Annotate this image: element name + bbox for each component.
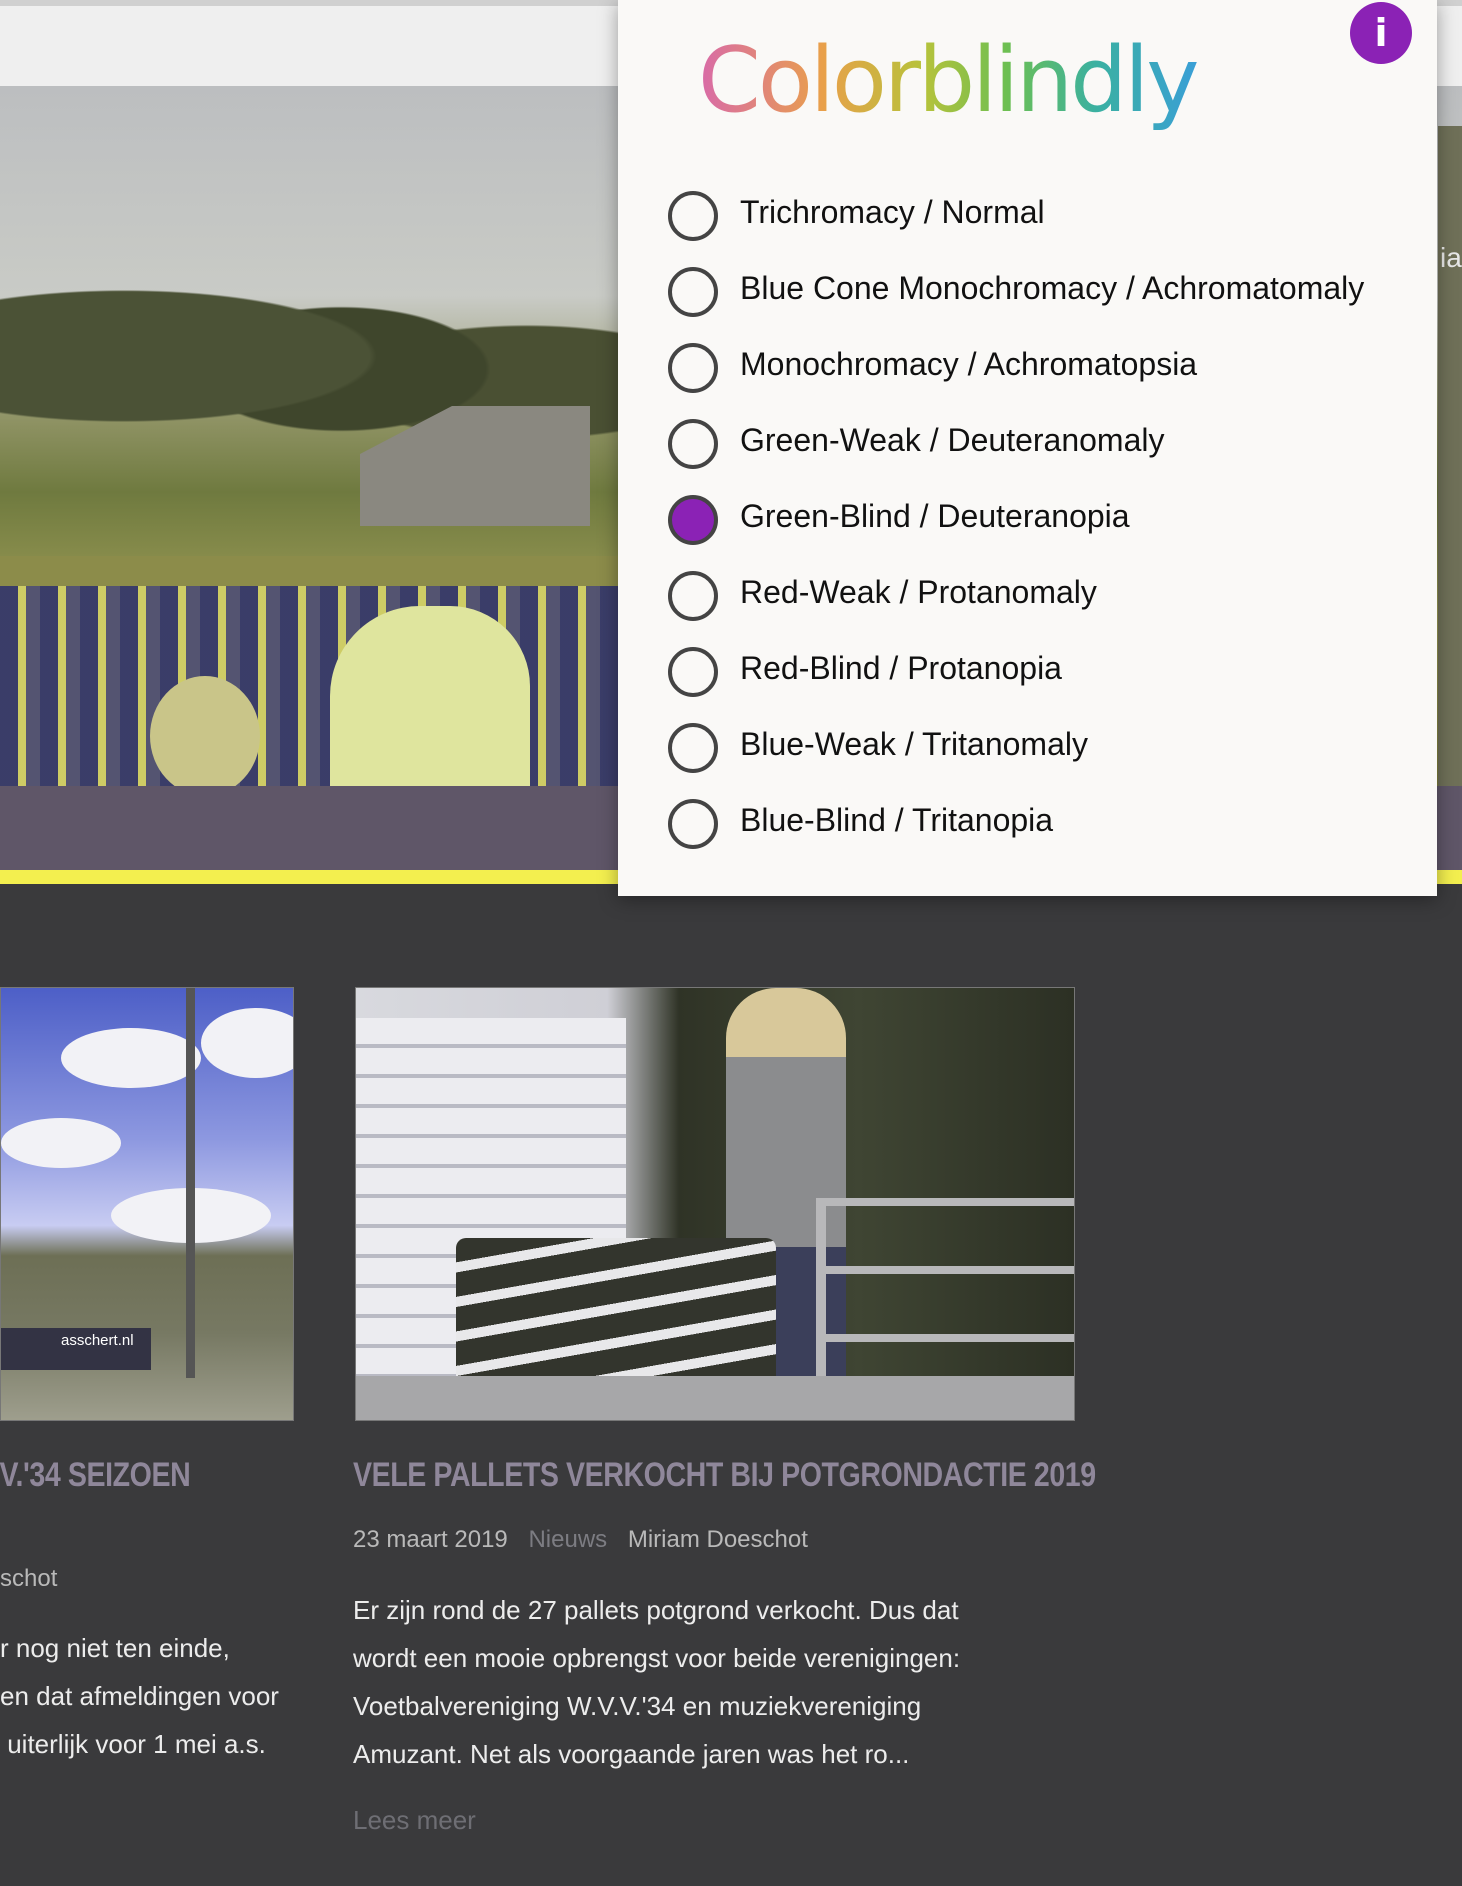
- option-label: Blue-Blind / Tritanopia: [740, 801, 1054, 838]
- option-label: Red-Blind / Protanopia: [740, 649, 1062, 686]
- article-excerpt-right: Er zijn rond de 27 pallets potgrond verk…: [353, 1586, 960, 1778]
- excerpt-line: Er zijn rond de 27 pallets potgrond verk…: [353, 1595, 959, 1625]
- article-title-right[interactable]: VELE PALLETS VERKOCHT BIJ POTGRONDACTIE …: [353, 1456, 1096, 1495]
- cloud-shape: [201, 1008, 293, 1078]
- trailer-bed: [356, 1376, 1074, 1420]
- colorblindly-popup: Colorblindly i Trichromacy / Normal Blue…: [618, 0, 1437, 896]
- radio-button[interactable]: [668, 267, 718, 317]
- option-label: Trichromacy / Normal: [740, 193, 1045, 230]
- read-more-link[interactable]: Lees meer: [353, 1805, 476, 1836]
- radio-button[interactable]: [668, 191, 718, 241]
- cloud-shape: [1, 1118, 121, 1168]
- option-label: Green-Weak / Deuteranomaly: [740, 421, 1165, 458]
- article-image-left[interactable]: asschert.nl: [0, 987, 294, 1421]
- sponsor-banner: asschert.nl: [1, 1328, 151, 1370]
- hero-next-slide: [1438, 126, 1462, 786]
- radio-button[interactable]: [668, 495, 718, 545]
- article-title-left[interactable]: .V.'34 SEIZOEN: [0, 1456, 191, 1495]
- article-date: 23 maart 2019: [353, 1526, 508, 1553]
- article-meta-left: schot: [0, 1565, 71, 1593]
- radio-button[interactable]: [668, 647, 718, 697]
- article-image-right[interactable]: [355, 987, 1075, 1421]
- hero-hand: [330, 606, 530, 786]
- radio-button[interactable]: [668, 799, 718, 849]
- option-label: Blue-Weak / Tritanomaly: [740, 725, 1088, 762]
- option-trichromacy[interactable]: Trichromacy / Normal: [668, 178, 1364, 254]
- option-label: Red-Weak / Protanomaly: [740, 573, 1097, 610]
- option-protanomaly[interactable]: Red-Weak / Protanomaly: [668, 558, 1364, 634]
- hero-face: [150, 676, 260, 786]
- option-deuteranomaly[interactable]: Green-Weak / Deuteranomaly: [668, 406, 1364, 482]
- article-excerpt-left: r nog niet ten einde, en dat afmeldingen…: [0, 1624, 279, 1768]
- radio-button[interactable]: [668, 419, 718, 469]
- option-tritanomaly[interactable]: Blue-Weak / Tritanomaly: [668, 710, 1364, 786]
- article-author[interactable]: schot: [0, 1565, 57, 1592]
- excerpt-line: Voetbalvereniging W.V.V.'34 en muziekver…: [353, 1691, 922, 1721]
- excerpt-line: Amuzant. Net als voorgaande jaren was he…: [353, 1739, 910, 1769]
- floodlight-pole: [186, 988, 195, 1378]
- option-blue-cone-monochromacy[interactable]: Blue Cone Monochromacy / Achromatomaly: [668, 254, 1364, 330]
- excerpt-line: en dat afmeldingen voor: [0, 1681, 279, 1711]
- radio-button[interactable]: [668, 723, 718, 773]
- article-meta-right: 23 maart 2019 Nieuws Miriam Doeschot: [353, 1526, 822, 1554]
- option-monochromacy[interactable]: Monochromacy / Achromatopsia: [668, 330, 1364, 406]
- option-tritanopia[interactable]: Blue-Blind / Tritanopia: [668, 786, 1364, 862]
- radio-button[interactable]: [668, 571, 718, 621]
- excerpt-line: r nog niet ten einde,: [0, 1633, 230, 1663]
- popup-title: Colorblindly: [698, 28, 1200, 133]
- simulation-options: Trichromacy / Normal Blue Cone Monochrom…: [668, 178, 1364, 862]
- article-category[interactable]: Nieuws: [528, 1526, 607, 1553]
- hero-caption-fragment: ia: [1440, 242, 1462, 273]
- info-icon[interactable]: i: [1350, 2, 1412, 64]
- article-author[interactable]: Miriam Doeschot: [628, 1526, 808, 1553]
- option-label: Blue Cone Monochromacy / Achromatomaly: [740, 269, 1365, 306]
- option-label: Green-Blind / Deuteranopia: [740, 497, 1130, 534]
- option-label: Monochromacy / Achromatopsia: [740, 345, 1198, 382]
- option-protanopia[interactable]: Red-Blind / Protanopia: [668, 634, 1364, 710]
- excerpt-line: wordt een mooie opbrengst voor beide ver…: [353, 1643, 961, 1673]
- cloud-shape: [61, 1028, 201, 1088]
- excerpt-line: uiterlijk voor 1 mei a.s.: [0, 1729, 266, 1759]
- radio-button[interactable]: [668, 343, 718, 393]
- option-deuteranopia[interactable]: Green-Blind / Deuteranopia: [668, 482, 1364, 558]
